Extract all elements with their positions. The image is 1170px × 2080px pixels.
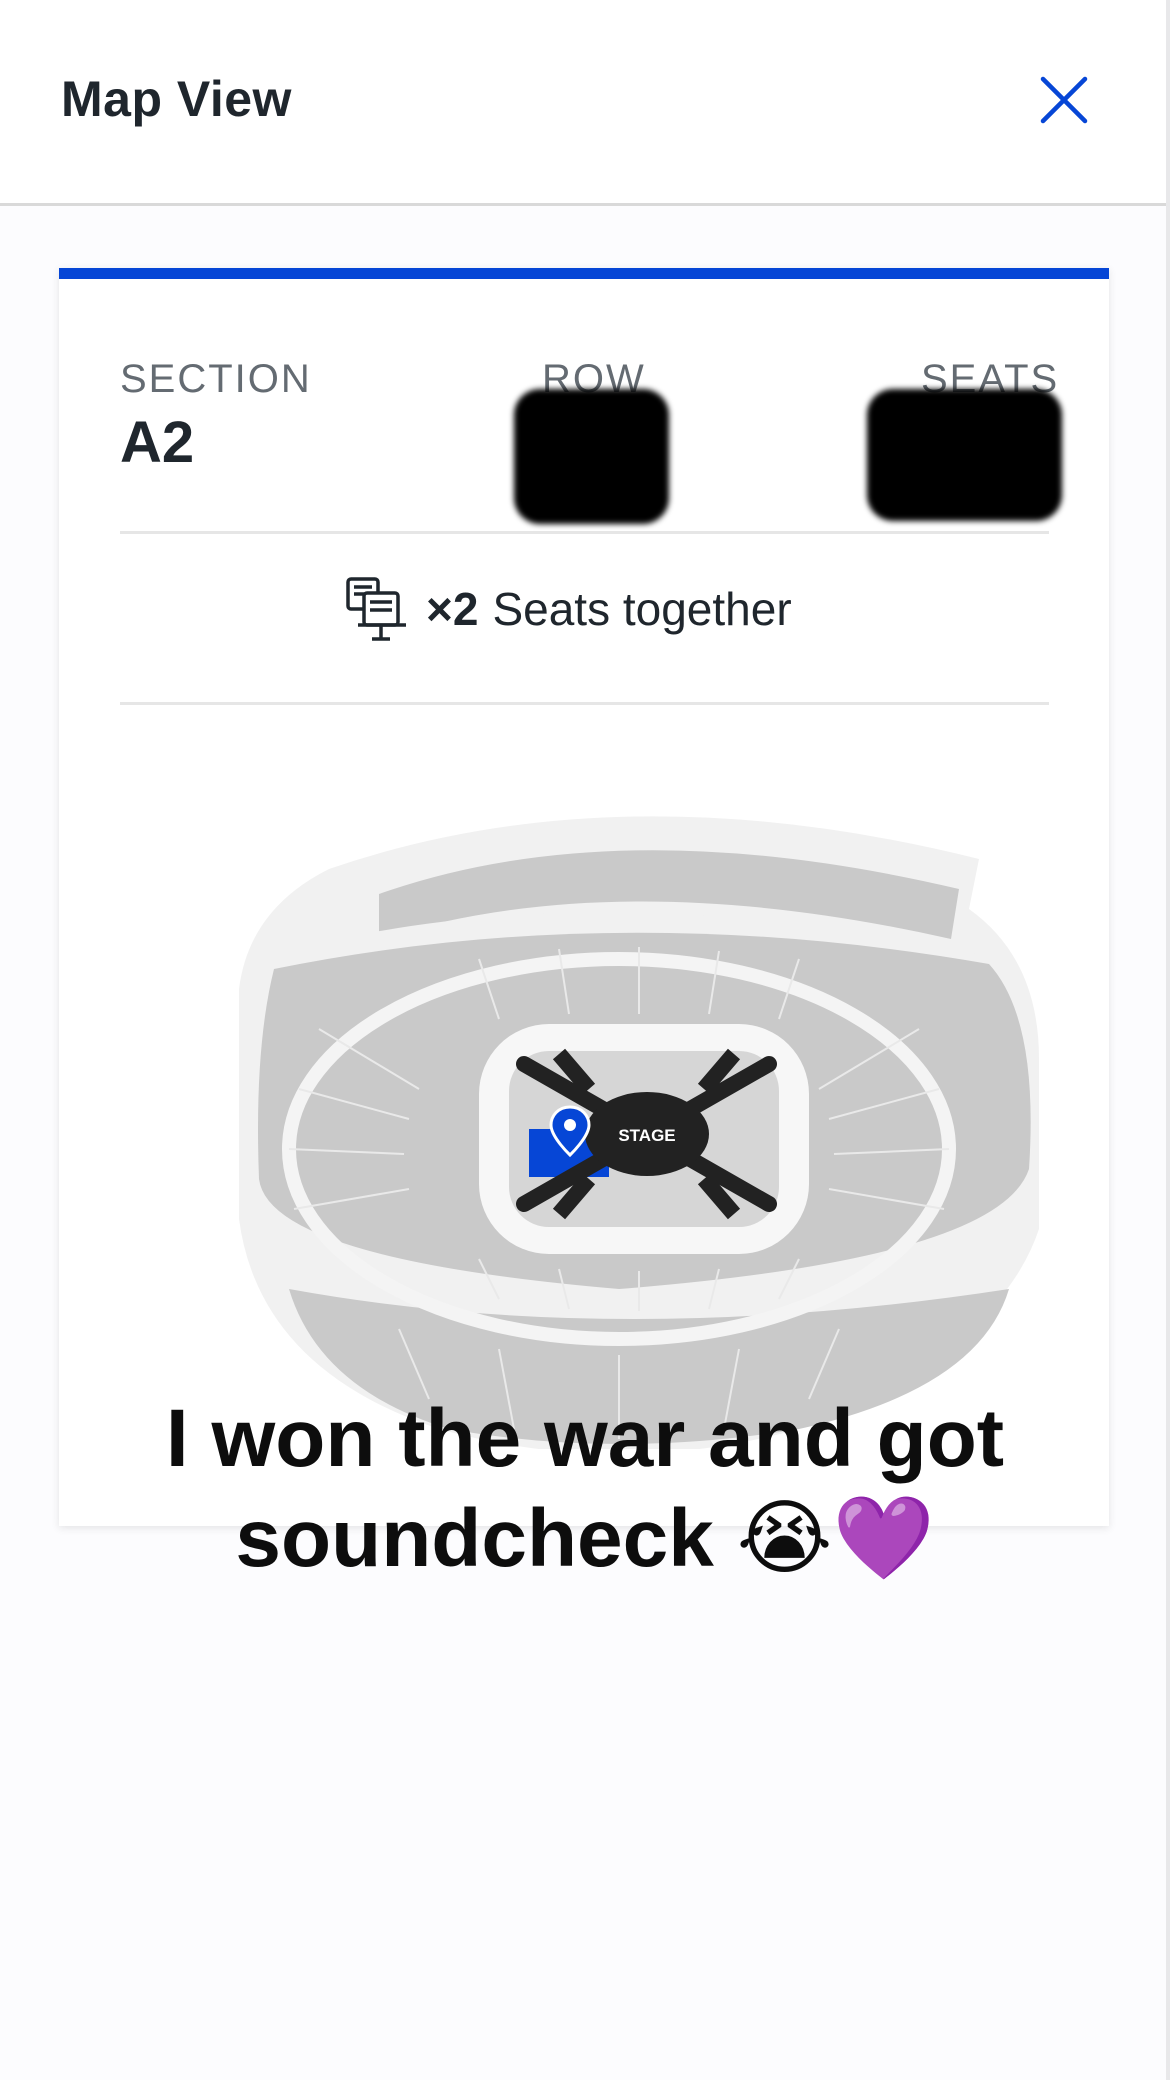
- ticket-card: SECTION A2 ROW SEATS ×2 Seats together S…: [59, 268, 1109, 1526]
- stage-label: STAGE: [618, 1126, 675, 1145]
- page-title: Map View: [61, 71, 292, 127]
- stadium-map[interactable]: STAGE: [179, 789, 1059, 1454]
- close-icon: [1040, 76, 1088, 124]
- section-value: A2: [120, 410, 195, 475]
- divider: [120, 531, 1049, 534]
- modal-header: Map View: [0, 0, 1170, 206]
- section-label: SECTION: [120, 357, 312, 401]
- seats-together-icon: [346, 577, 406, 641]
- scroll-edge: [1166, 0, 1170, 2080]
- row-value-redacted: [514, 389, 669, 524]
- close-button[interactable]: [1028, 64, 1100, 136]
- together-text: Seats together: [492, 583, 792, 635]
- seats-value-redacted: [867, 389, 1062, 521]
- together-count: ×2: [426, 583, 479, 635]
- caption-line-1: I won the war and got: [165, 1393, 1005, 1484]
- seats-together: ×2 Seats together: [344, 574, 792, 644]
- caption-line-2: soundcheck 😭💜: [235, 1493, 935, 1584]
- divider: [120, 702, 1049, 705]
